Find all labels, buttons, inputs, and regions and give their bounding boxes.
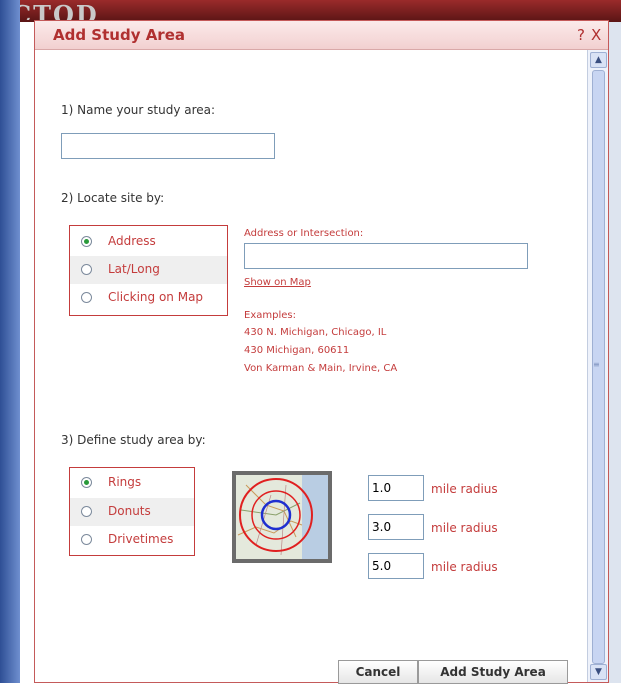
radius-unit-label: mile radius [431, 521, 498, 535]
help-icon[interactable]: ? [577, 26, 585, 44]
radius-unit-label: mile radius [431, 560, 498, 574]
dialog-content: 1) Name your study area: 2) Locate site … [36, 50, 587, 684]
scrollbar-grip-icon: ≡ [593, 360, 600, 369]
study-area-name-input[interactable] [61, 133, 275, 159]
define-option-donuts[interactable]: Donuts [70, 498, 194, 526]
define-option-rings[interactable]: Rings [70, 469, 194, 497]
address-field-label: Address or Intersection: [244, 228, 364, 239]
step1-label: 1) Name your study area: [61, 103, 216, 117]
close-icon[interactable]: X [591, 26, 601, 44]
dialog-titlebar[interactable]: Add Study Area ? X [35, 21, 608, 50]
locate-option-map[interactable]: Clicking on Map [70, 284, 227, 312]
dialog-title: Add Study Area [53, 26, 185, 44]
map-rings-svg [236, 475, 328, 559]
dialog-scrollbar[interactable]: ▲ ≡ ▼ [587, 50, 608, 682]
define-options-group: Rings Donuts Drivetimes [69, 467, 195, 556]
locate-option-label: Clicking on Map [108, 290, 204, 304]
radio-icon[interactable] [81, 534, 92, 545]
radius-input-1[interactable] [368, 475, 424, 501]
example-line: 430 N. Michigan, Chicago, IL [244, 327, 387, 338]
locate-option-latlong[interactable]: Lat/Long [70, 256, 227, 284]
radio-icon[interactable] [81, 264, 92, 275]
radio-selected-icon[interactable] [81, 477, 92, 488]
locate-option-label: Address [108, 234, 156, 248]
background-left-panel [0, 0, 20, 683]
define-option-drivetimes[interactable]: Drivetimes [70, 526, 194, 554]
examples-label: Examples: [244, 310, 296, 321]
address-input[interactable] [244, 243, 528, 269]
rings-map-thumbnail-icon [232, 471, 332, 563]
locate-option-address[interactable]: Address [70, 228, 227, 256]
example-line: 430 Michigan, 60611 [244, 345, 350, 356]
locate-option-label: Lat/Long [108, 262, 160, 276]
add-study-area-button[interactable]: Add Study Area [418, 660, 568, 684]
radius-input-3[interactable] [368, 553, 424, 579]
radio-selected-icon[interactable] [81, 236, 92, 247]
show-on-map-link[interactable]: Show on Map [244, 277, 311, 288]
background-logo: CTOD [12, 0, 99, 20]
scroll-up-arrow-icon[interactable]: ▲ [590, 52, 607, 68]
define-option-label: Rings [108, 475, 142, 489]
radius-unit-label: mile radius [431, 482, 498, 496]
define-option-label: Drivetimes [108, 532, 174, 546]
define-option-label: Donuts [108, 504, 151, 518]
step2-label: 2) Locate site by: [61, 191, 165, 205]
add-study-area-dialog: Add Study Area ? X 1) Name your study ar… [34, 20, 609, 684]
example-line: Von Karman & Main, Irvine, CA [244, 363, 398, 374]
step3-label: 3) Define study area by: [61, 433, 206, 447]
radio-icon[interactable] [81, 506, 92, 517]
radio-icon[interactable] [81, 292, 92, 303]
scroll-down-arrow-icon[interactable]: ▼ [590, 664, 607, 680]
radius-input-2[interactable] [368, 514, 424, 540]
cancel-button[interactable]: Cancel [338, 660, 418, 684]
locate-options-group: Address Lat/Long Clicking on Map [69, 225, 228, 316]
map-preview [236, 475, 328, 559]
